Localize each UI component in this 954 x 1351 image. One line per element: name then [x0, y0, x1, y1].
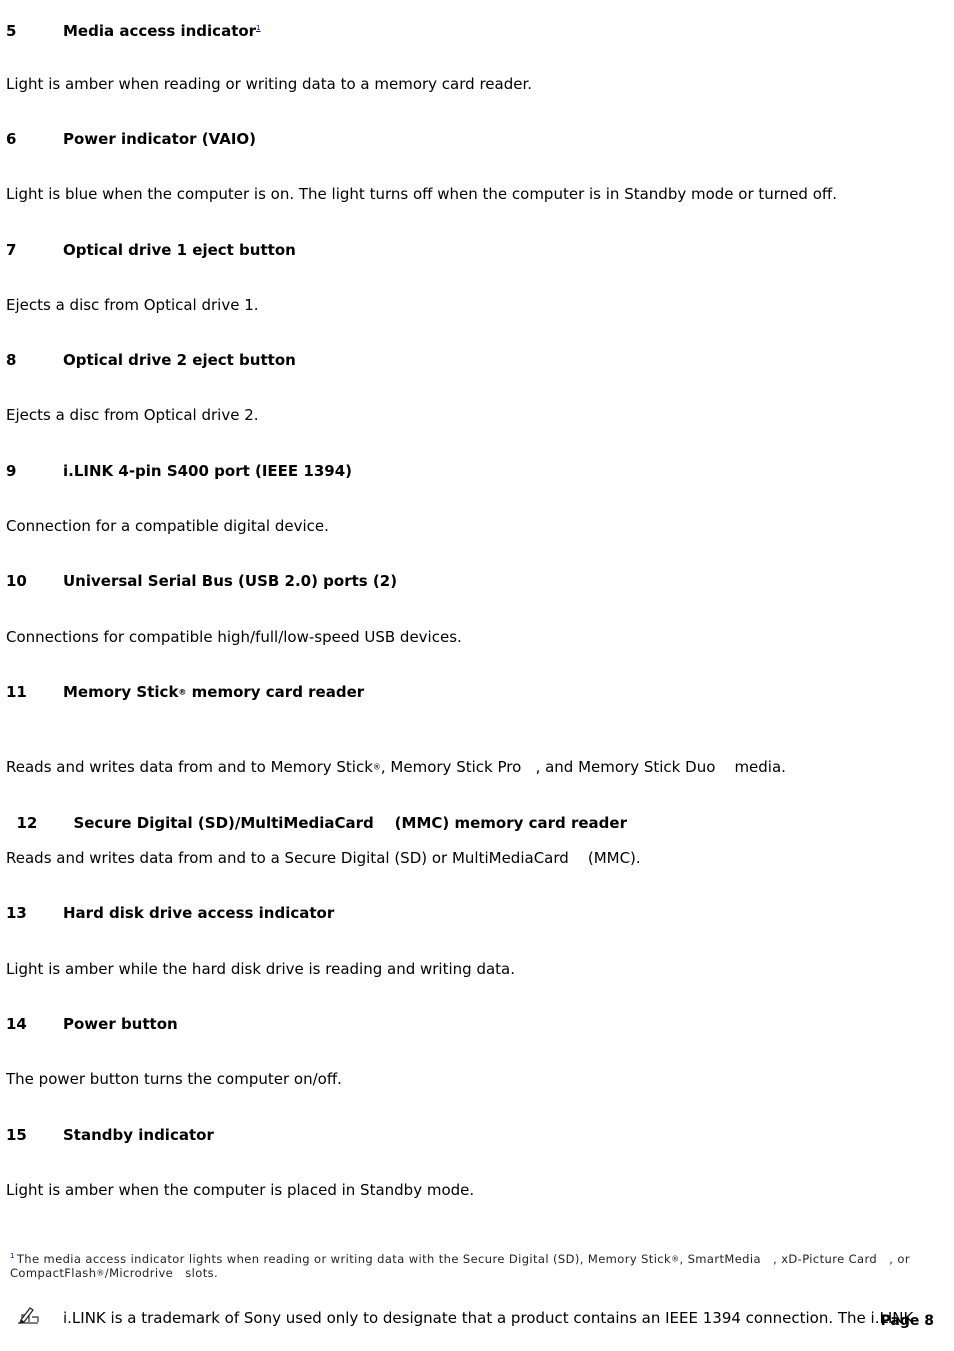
page-number: Page 8 [880, 1313, 934, 1329]
item-number: 7 [6, 241, 17, 259]
note-text: i.LINK is a trademark of Sony used only … [63, 1309, 914, 1327]
item-heading-11: 11 Memory Stick® memory card reader [6, 682, 954, 702]
item-description-7: Ejects a disc from Optical drive 1. [6, 296, 259, 314]
item-description-5: Light is amber when reading or writing d… [6, 75, 533, 93]
item-title: Secure Digital (SD)/MultiMediaCard (MMC)… [73, 814, 627, 832]
item-description-10: Connections for compatible high/full/low… [6, 628, 462, 646]
item-title: Media access indicator [63, 22, 257, 40]
item-title: Standby indicator [63, 1126, 214, 1144]
item-heading-5: 5 Media access indicator1 [6, 18, 954, 40]
item-heading-6: 6 Power indicator (VAIO) [6, 129, 954, 149]
item-heading-10: 10 Universal Serial Bus (USB 2.0) ports (… [6, 571, 954, 591]
item-description-15: Light is amber when the computer is plac… [6, 1181, 475, 1199]
item-number: 15 [6, 1126, 27, 1144]
item-heading-7: 7 Optical drive 1 eject button [6, 240, 954, 260]
item-title: Hard disk drive access indicator [63, 904, 335, 922]
item-number: 6 [6, 130, 17, 148]
item-heading-8: 8 Optical drive 2 eject button [6, 350, 954, 370]
item-title: Universal Serial Bus (USB 2.0) ports (2) [63, 572, 398, 590]
item-heading-14: 14 Power button [6, 1014, 954, 1034]
item-number: 5 [6, 22, 17, 40]
item-heading-13: 13 Hard disk drive access indicator [6, 903, 954, 923]
item-number: 10 [6, 572, 27, 590]
item-title: Power button [63, 1015, 178, 1033]
registered-mark: ® [372, 762, 381, 772]
item-title: Optical drive 2 eject button [63, 351, 296, 369]
registered-mark: ® [96, 1268, 105, 1278]
item-heading-12: 12 Secure Digital (SD)/MultiMediaCard (MM… [6, 793, 954, 832]
item-description-12: Reads and writes data from and to a Secu… [6, 849, 641, 867]
item-title: Optical drive 1 eject button [63, 241, 296, 259]
item-description-13: Light is amber while the hard disk drive… [6, 960, 515, 978]
item-title: Power indicator (VAIO) [63, 130, 257, 148]
item-title-part: Memory Stick [63, 683, 179, 701]
footnote-link[interactable]: 1 [256, 24, 260, 32]
item-number: 11 [6, 683, 27, 701]
footnote: 1 The media access indicator lights when … [10, 1235, 910, 1281]
footnote-text: /Microdrive slots. [104, 1266, 219, 1281]
item-heading-15: 15 Standby indicator [6, 1125, 954, 1145]
item-heading-9: 9 i.LINK 4-pin S400 port (IEEE 1394) [6, 461, 954, 481]
footnote-mark: 1 [10, 1252, 15, 1260]
item-number: 12 [16, 814, 38, 832]
item-title: i.LINK 4-pin S400 port (IEEE 1394) [63, 462, 352, 480]
item-description-6: Light is blue when the computer is on. T… [6, 185, 837, 203]
item-number: 14 [6, 1015, 27, 1033]
desc-part: , Memory Stick Pro , and Memory Stick Du… [380, 758, 786, 776]
item-number: 8 [6, 351, 17, 369]
note-pencil-icon [16, 1305, 40, 1327]
item-description-14: The power button turns the computer on/o… [6, 1070, 342, 1088]
desc-part: Reads and writes data from and to Memory… [6, 758, 373, 776]
item-description-9: Connection for a compatible digital devi… [6, 517, 329, 535]
item-title-part: memory card reader [186, 683, 365, 701]
item-description-11: Reads and writes data from and to Memory… [6, 737, 954, 778]
note: i.LINK is a trademark of Sony used only … [16, 1305, 954, 1331]
item-number: 13 [6, 904, 27, 922]
item-number: 9 [6, 462, 17, 480]
footnote-text: The media access indicator lights when r… [16, 1251, 672, 1266]
item-description-8: Ejects a disc from Optical drive 2. [6, 406, 259, 424]
